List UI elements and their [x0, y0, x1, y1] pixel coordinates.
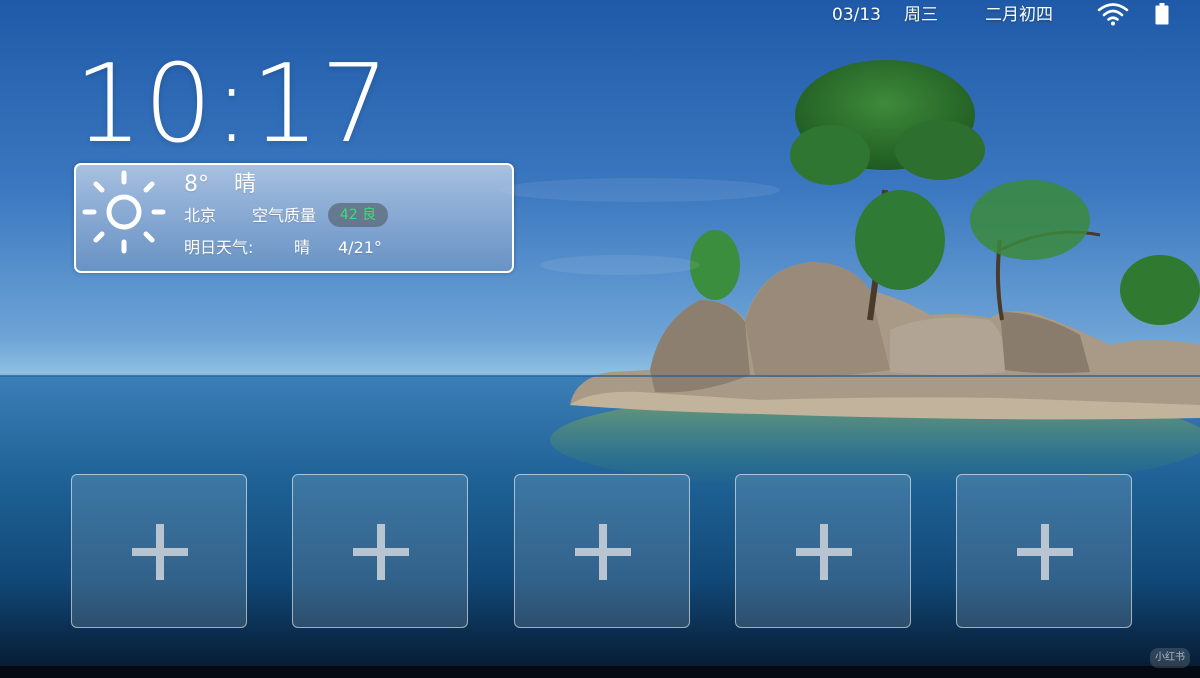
tomorrow-label: 明日天气:	[184, 238, 254, 257]
add-app-slot-4[interactable]	[735, 474, 911, 628]
air-quality-label: 空气质量	[252, 206, 317, 225]
add-app-slot-2[interactable]	[292, 474, 468, 628]
battery-icon	[1155, 3, 1169, 25]
status-lunar-date: 二月初四	[985, 5, 1053, 25]
air-quality-badge: 42 良	[328, 203, 388, 227]
add-app-slot-1[interactable]	[71, 474, 247, 628]
wifi-icon	[1097, 3, 1129, 26]
status-weekday: 周三	[904, 5, 938, 25]
current-temperature: 8°	[184, 172, 209, 197]
tomorrow-temperature: 4/21°	[338, 238, 382, 257]
city-name: 北京	[184, 206, 217, 225]
sun-icon	[82, 170, 166, 254]
weather-widget[interactable]: 8° 晴 北京 空气质量 42 良 明日天气: 晴 4/21°	[74, 163, 514, 273]
plus-icon	[132, 524, 188, 580]
plus-icon	[353, 524, 409, 580]
home-screen: 03/13 周三 二月初四 10:17 8° 晴 北京 空气质量 42 良 明日…	[0, 0, 1200, 678]
tomorrow-condition: 晴	[294, 238, 311, 257]
weather-condition: 晴	[234, 172, 257, 197]
plus-icon	[1017, 524, 1073, 580]
watermark: 小红书	[1150, 648, 1190, 668]
clock-time: 10:17	[74, 42, 391, 167]
add-app-slot-5[interactable]	[956, 474, 1132, 628]
add-app-slot-3[interactable]	[514, 474, 690, 628]
plus-icon	[575, 524, 631, 580]
bottom-bar	[0, 666, 1200, 678]
status-date: 03/13	[832, 5, 881, 25]
plus-icon	[796, 524, 852, 580]
